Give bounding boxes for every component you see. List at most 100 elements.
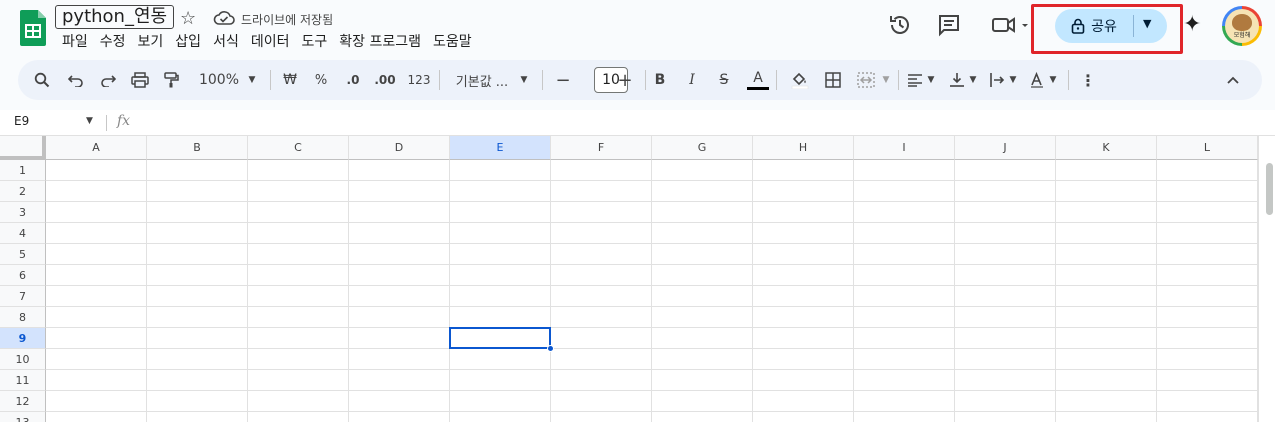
column-header-i[interactable]: I	[854, 136, 955, 160]
spreadsheet-grid[interactable]: A B C D E F G H I J K L 1 2 3 4 5 6 7 8 9 10 11 12 13	[0, 136, 1275, 422]
bold-button[interactable]: B	[650, 60, 670, 100]
avatar-caption: 모험해	[1233, 32, 1251, 39]
text-color-button[interactable]: A	[746, 60, 770, 100]
row-header-11[interactable]: 11	[0, 370, 46, 391]
name-box[interactable]: E9	[14, 114, 29, 128]
font-caret-icon[interactable]: ▼	[518, 60, 530, 100]
comments-icon[interactable]	[936, 12, 962, 38]
menu-extensions[interactable]: 확장 프로그램	[333, 33, 427, 51]
menu-edit[interactable]: 수정	[94, 33, 132, 51]
text-rotation-caret-icon[interactable]: ▼	[1047, 60, 1059, 100]
avatar-bear-face	[1232, 14, 1252, 31]
text-color-letter: A	[753, 69, 763, 86]
currency-format-button[interactable]: ₩	[280, 60, 300, 100]
star-icon[interactable]: ☆	[180, 8, 196, 29]
cloud-saved-icon[interactable]	[213, 10, 235, 26]
text-wrapping-icon[interactable]	[986, 60, 1008, 100]
fill-color-icon[interactable]	[788, 60, 812, 100]
horizontal-align-caret-icon[interactable]: ▼	[925, 60, 937, 100]
select-all-corner[interactable]	[0, 136, 46, 160]
vertical-align-caret-icon[interactable]: ▼	[967, 60, 979, 100]
horizontal-align-icon[interactable]	[904, 60, 926, 100]
redo-icon[interactable]	[96, 60, 120, 100]
row-header-1[interactable]: 1	[0, 160, 46, 181]
column-header-g[interactable]: G	[652, 136, 753, 160]
row-header-6[interactable]: 6	[0, 265, 46, 286]
menu-bar: 파일 수정 보기 삽입 서식 데이터 도구 확장 프로그램 도움말	[56, 33, 478, 51]
menu-format[interactable]: 서식	[207, 33, 245, 51]
text-rotation-icon[interactable]	[1026, 60, 1048, 100]
vertical-scrollbar-thumb[interactable]	[1266, 163, 1273, 215]
row-header-9[interactable]: 9	[0, 328, 46, 349]
menu-help[interactable]: 도움말	[427, 33, 478, 51]
row-header-4[interactable]: 4	[0, 223, 46, 244]
zoom-caret-icon[interactable]: ▼	[246, 60, 258, 100]
collapse-toolbar-icon[interactable]	[1223, 60, 1243, 100]
row-header-12[interactable]: 12	[0, 391, 46, 412]
row-header-2[interactable]: 2	[0, 181, 46, 202]
name-box-caret-icon[interactable]: ▼	[86, 116, 93, 126]
borders-icon[interactable]	[821, 60, 845, 100]
share-main-button[interactable]: 공유	[1055, 9, 1133, 43]
column-header-d[interactable]: D	[349, 136, 450, 160]
meet-video-icon[interactable]	[990, 12, 1030, 38]
increase-decimal-button[interactable]: .00	[372, 60, 398, 100]
column-header-a[interactable]: A	[46, 136, 147, 160]
menu-insert[interactable]: 삽입	[169, 33, 207, 51]
row-header-8[interactable]: 8	[0, 307, 46, 328]
column-header-e[interactable]: E	[450, 136, 551, 160]
column-header-j[interactable]: J	[955, 136, 1056, 160]
column-header-b[interactable]: B	[147, 136, 248, 160]
sheets-logo-icon[interactable]	[20, 10, 46, 46]
column-header-h[interactable]: H	[753, 136, 854, 160]
paint-format-icon[interactable]	[159, 60, 183, 100]
search-icon[interactable]	[30, 60, 54, 100]
row-header-3[interactable]: 3	[0, 202, 46, 223]
undo-icon[interactable]	[64, 60, 88, 100]
share-dropdown-caret-icon[interactable]: ▼	[1143, 17, 1151, 30]
increase-font-size-icon[interactable]: +	[615, 60, 635, 100]
version-history-icon[interactable]	[887, 12, 913, 38]
column-gridline	[348, 160, 349, 422]
row-header-13[interactable]: 13	[0, 412, 46, 422]
column-gridline	[1055, 160, 1056, 422]
more-options-icon[interactable]: ⋮	[1078, 60, 1098, 100]
decrease-decimal-button[interactable]: .0	[340, 60, 366, 100]
column-header-c[interactable]: C	[248, 136, 349, 160]
row-gridline	[46, 201, 1258, 202]
fx-icon: fx	[117, 113, 131, 129]
selected-cell-e9[interactable]	[449, 327, 551, 349]
row-header-5[interactable]: 5	[0, 244, 46, 265]
row-header-10[interactable]: 10	[0, 349, 46, 370]
column-gridline	[752, 160, 753, 422]
column-header-l[interactable]: L	[1157, 136, 1258, 160]
column-header-f[interactable]: F	[551, 136, 652, 160]
zoom-select[interactable]: 100%	[194, 60, 244, 100]
more-formats-button[interactable]: 123	[406, 60, 432, 100]
italic-button[interactable]: I	[682, 60, 702, 100]
menu-file[interactable]: 파일	[56, 33, 94, 51]
row-gridline	[46, 243, 1258, 244]
strikethrough-button[interactable]: S	[714, 60, 734, 100]
text-wrapping-caret-icon[interactable]: ▼	[1007, 60, 1019, 100]
document-title[interactable]: python_연동	[55, 5, 175, 29]
merge-caret-icon[interactable]: ▼	[880, 60, 892, 100]
decrease-font-size-icon[interactable]: −	[553, 60, 573, 100]
account-avatar[interactable]: 모험해	[1222, 6, 1262, 46]
menu-tools[interactable]: 도구	[295, 33, 333, 51]
save-status: 드라이브에 저장됨	[241, 13, 334, 27]
fill-handle[interactable]	[547, 345, 554, 352]
percent-format-button[interactable]: %	[311, 60, 331, 100]
column-header-k[interactable]: K	[1056, 136, 1157, 160]
share-button[interactable]: 공유 ▼	[1055, 9, 1167, 43]
share-label: 공유	[1091, 19, 1117, 35]
gemini-sparkle-icon[interactable]: ✦	[1183, 12, 1201, 37]
print-icon[interactable]	[128, 60, 152, 100]
menu-data[interactable]: 데이터	[245, 33, 296, 51]
merge-cells-icon[interactable]	[854, 60, 878, 100]
row-header-7[interactable]: 7	[0, 286, 46, 307]
vertical-align-icon[interactable]	[946, 60, 968, 100]
menu-view[interactable]: 보기	[132, 33, 170, 51]
font-family-select[interactable]: 기본값 ...	[450, 60, 514, 100]
formatting-toolbar: 100% ▼ ₩ % .0 .00 123 기본값 ... ▼ − 10 + B…	[18, 60, 1262, 100]
